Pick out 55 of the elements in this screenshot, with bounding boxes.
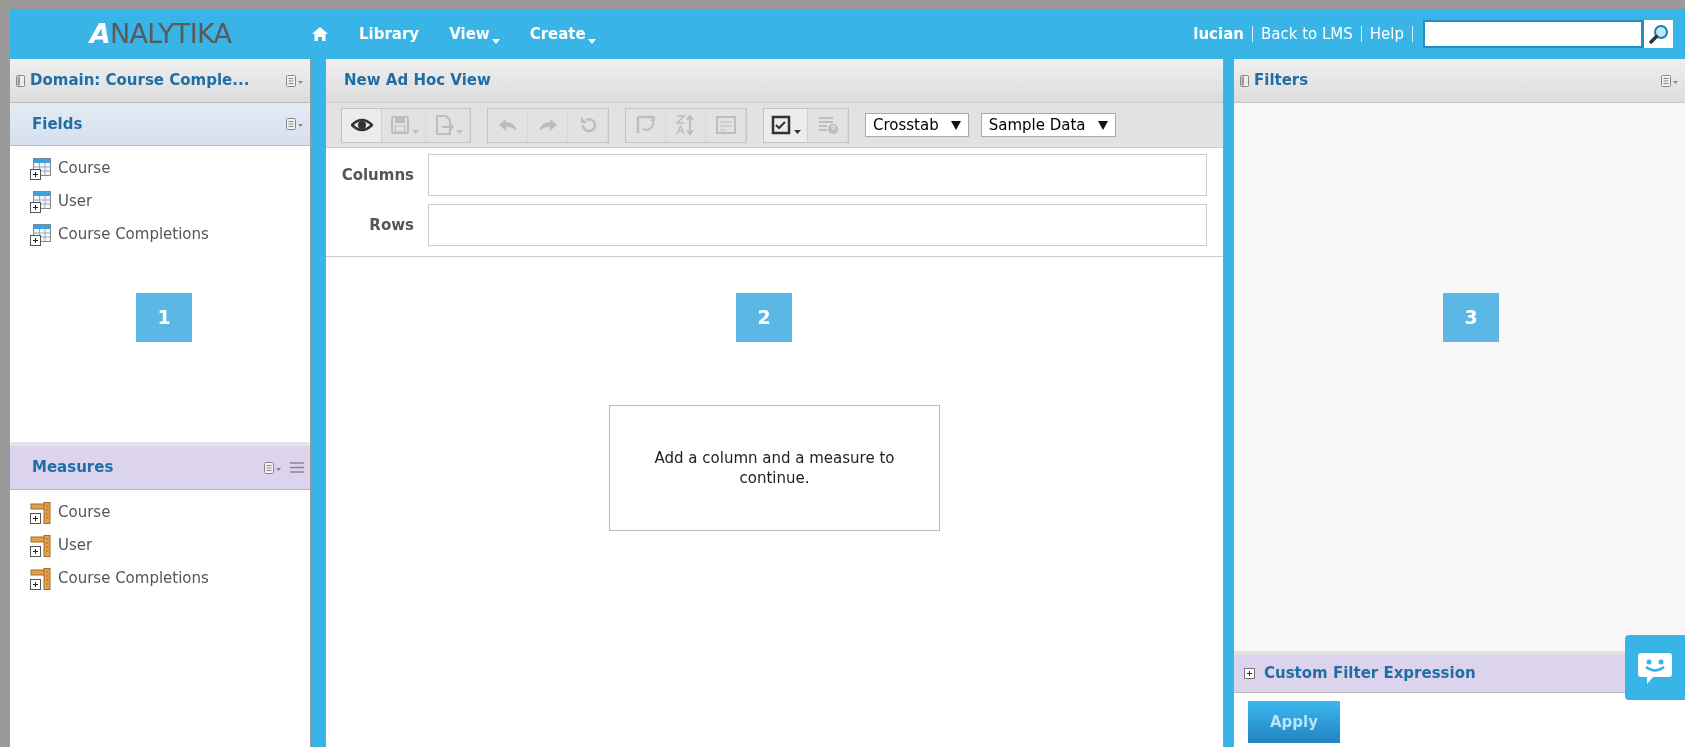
filterhelp-icon <box>816 114 839 136</box>
table-icon <box>30 157 52 180</box>
measure-icon <box>30 534 52 557</box>
tree-item[interactable]: User <box>58 190 93 213</box>
tree-item[interactable]: Course <box>58 501 111 524</box>
chat-icon <box>1637 650 1673 685</box>
panel-title: Domain: Course Comple... <box>30 70 250 92</box>
search-icon <box>1648 24 1669 44</box>
home-icon[interactable] <box>311 26 329 42</box>
panel-title: Filters <box>1254 70 1309 92</box>
section-title: Custom Filter Expression <box>1264 663 1476 685</box>
menu-icon[interactable] <box>290 462 304 473</box>
tree-item[interactable]: Course <box>58 157 111 180</box>
dropdown-arrow-icon <box>950 120 961 130</box>
field-label: Columns <box>340 164 415 186</box>
field-label: Rows <box>368 214 415 236</box>
view-type-dropdown[interactable]: Crosstab <box>865 113 969 137</box>
pivot-icon <box>634 114 657 136</box>
search-button[interactable] <box>1643 20 1673 48</box>
table-icon <box>30 190 52 213</box>
tree-item[interactable]: Course Completions <box>58 223 209 246</box>
panel-menu-icon[interactable] <box>1661 74 1679 87</box>
columns-drop-field[interactable] <box>428 154 1207 196</box>
measure-icon <box>30 501 52 524</box>
sort-icon <box>674 114 697 136</box>
panel-menu-icon[interactable] <box>286 74 304 87</box>
check-icon <box>770 114 801 136</box>
rows-drop-field[interactable] <box>428 204 1207 246</box>
caret-icon <box>491 39 500 45</box>
search-field[interactable] <box>1423 20 1643 48</box>
layout-icon <box>714 114 737 136</box>
section-menu-icon[interactable] <box>264 461 282 474</box>
empty-message: Add a column and a measure to continue. <box>653 448 896 488</box>
section-title: Fields <box>32 113 83 135</box>
caret-icon <box>587 39 596 45</box>
tree-item[interactable]: User <box>58 534 93 557</box>
toolbar-button[interactable] <box>764 108 808 142</box>
panel-toggle-icon[interactable] <box>16 74 25 87</box>
expand-icon[interactable] <box>1244 668 1255 679</box>
panel-title: New Ad Hoc View <box>344 70 491 92</box>
callout-number: 1 <box>136 293 192 342</box>
callout-number: 2 <box>736 293 792 342</box>
panel-toggle-icon[interactable] <box>1240 74 1249 87</box>
save-icon <box>388 114 419 136</box>
dropdown-arrow-icon <box>1097 120 1108 130</box>
table-icon <box>30 223 52 246</box>
section-title: Measures <box>32 457 114 479</box>
logo: ANALYTIKA <box>89 16 232 51</box>
section-menu-icon[interactable] <box>286 118 304 130</box>
measure-icon <box>30 567 52 590</box>
tree-item[interactable]: Course Completions <box>58 567 209 590</box>
toolbar-button[interactable] <box>342 108 382 142</box>
callout-number: 3 <box>1443 293 1499 342</box>
data-mode-dropdown[interactable]: Sample Data <box>980 113 1116 137</box>
chat-widget-button[interactable] <box>1625 635 1685 700</box>
